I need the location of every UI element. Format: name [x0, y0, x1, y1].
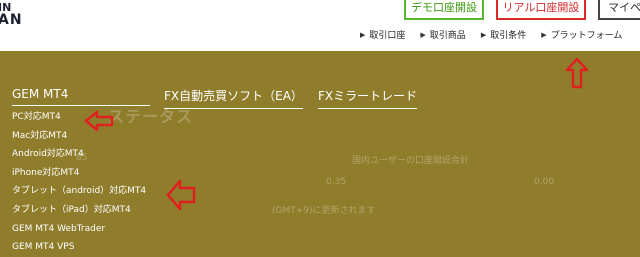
menu-item-iphone-mt4[interactable]: iPhone対応MT4	[12, 164, 146, 183]
menu-item-pc-mt4[interactable]: PC対応MT4	[12, 108, 146, 127]
menu-item-mac-mt4[interactable]: Mac対応MT4	[12, 127, 146, 146]
demo-account-button[interactable]: デモ口座開設	[404, 0, 484, 20]
background-label: 国内ユーザーの口座開設合計	[352, 156, 469, 166]
main-nav: ▶ 取引口座 ▶ 取引商品 ▶ 取引条件 ▶ プラットフォーム	[360, 28, 637, 42]
red-arrow-left-icon	[84, 110, 114, 132]
red-arrow-up-icon	[565, 57, 589, 89]
nav-item-platform[interactable]: ▶ プラットフォーム	[541, 28, 623, 42]
red-arrow-left-icon	[166, 179, 196, 211]
background-value: 0.00	[534, 177, 555, 187]
caret-right-icon: ▶	[480, 30, 487, 39]
menu-item-tablet-android-mt4[interactable]: タブレット（android）対応MT4	[12, 182, 146, 201]
nav-item-trading-account[interactable]: ▶ 取引口座	[360, 28, 406, 42]
nav-item-products[interactable]: ▶ 取引商品	[420, 28, 466, 42]
logo-line2: AN	[0, 12, 23, 28]
real-account-button[interactable]: リアル口座開設	[496, 0, 586, 20]
tab-auto-trading-ea[interactable]: FX自動売買ソフト（EA）	[164, 87, 303, 109]
site-header: IN AN デモ口座開設 リアル口座開設 マイペ ▶ 取引口座 ▶ 取引商品 ▶…	[0, 0, 640, 51]
menu-item-webtrader[interactable]: GEM MT4 WebTrader	[12, 220, 146, 239]
menu-item-vps[interactable]: GEM MT4 VPS	[12, 238, 146, 257]
nav-item-label: 取引条件	[490, 31, 527, 41]
nav-item-conditions[interactable]: ▶ 取引条件	[480, 28, 527, 42]
caret-right-icon: ▶	[541, 30, 547, 39]
caret-right-icon: ▶	[420, 30, 426, 39]
caret-right-icon: ▶	[360, 30, 366, 39]
nav-item-label: 取引口座	[369, 31, 406, 41]
background-value: 0.35	[326, 177, 347, 187]
nav-item-label: 取引商品	[429, 31, 466, 41]
tab-fx-mirror-trade[interactable]: FXミラートレード	[318, 87, 418, 109]
site-logo[interactable]: IN AN	[0, 2, 23, 28]
mypage-button[interactable]: マイペ	[598, 0, 640, 20]
tab-gem-mt4[interactable]: GEM MT4	[12, 87, 150, 106]
nav-item-label: プラットフォーム	[550, 31, 623, 41]
background-note: (GMT+9)に更新されます	[272, 206, 376, 216]
menu-item-android-mt4[interactable]: Android対応MT4	[12, 145, 146, 164]
mt4-submenu: PC対応MT4 Mac対応MT4 Android対応MT4 iPhone対応MT…	[12, 108, 146, 257]
menu-item-tablet-ipad-mt4[interactable]: タブレット（iPad）対応MT4	[12, 201, 146, 220]
